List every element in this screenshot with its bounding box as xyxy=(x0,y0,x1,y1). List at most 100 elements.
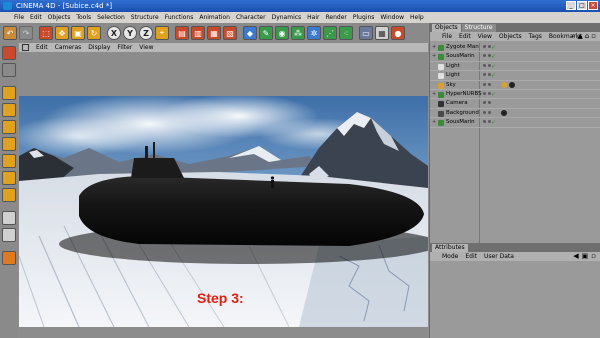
visibility-dots-icon[interactable] xyxy=(483,91,491,95)
maximize-button[interactable]: □ xyxy=(577,1,587,10)
visibility-dots-icon[interactable] xyxy=(483,45,491,48)
expand-toggle[interactable]: + xyxy=(432,43,437,52)
object-mode-icon[interactable] xyxy=(2,86,16,100)
snap-icon[interactable] xyxy=(2,211,16,225)
enabled-check-icon[interactable]: ✓ xyxy=(491,118,496,127)
viewport-menu-edit[interactable]: Edit xyxy=(36,44,48,51)
light-icon[interactable]: ● xyxy=(391,26,405,40)
undo-icon[interactable]: ↶ xyxy=(3,26,17,40)
om-menu-edit[interactable]: Edit xyxy=(459,33,471,40)
axis-x-button[interactable]: X xyxy=(107,26,121,40)
viewport-camera-icon[interactable] xyxy=(22,44,29,51)
menu-structure[interactable]: Structure xyxy=(131,14,159,21)
live-selection-icon[interactable]: ⬚ xyxy=(39,26,53,40)
menu-hair[interactable]: Hair xyxy=(307,14,319,21)
render-settings-icon[interactable]: ▧ xyxy=(223,26,237,40)
axis-y-button[interactable]: Y xyxy=(123,26,137,40)
object-name[interactable]: Camera xyxy=(446,99,468,108)
om-menu-file[interactable]: File xyxy=(442,33,452,40)
menu-render[interactable]: Render xyxy=(326,14,347,21)
home-icon[interactable]: ⌂ xyxy=(585,33,589,40)
lock-icon[interactable]: ▣ xyxy=(582,253,589,260)
perspective-viewport[interactable]: Step 3: xyxy=(19,52,428,338)
redo-icon[interactable]: ↷ xyxy=(19,26,33,40)
menu-functions[interactable]: Functions xyxy=(165,14,194,21)
visibility-dots-icon[interactable] xyxy=(483,73,491,77)
object-tag-icon[interactable] xyxy=(501,82,507,89)
edges-mode-icon[interactable] xyxy=(2,154,16,168)
viewport-menu-display[interactable]: Display xyxy=(88,44,110,51)
enabled-check-icon[interactable]: ✓ xyxy=(491,71,496,80)
viewport-menu-cameras[interactable]: Cameras xyxy=(55,44,82,51)
paint-icon[interactable] xyxy=(2,251,16,265)
subdivision-surface-icon[interactable]: ◉ xyxy=(275,26,289,40)
object-row[interactable]: Background xyxy=(430,109,600,119)
object-tag-icon[interactable] xyxy=(501,110,507,117)
back-arrow-icon[interactable]: ◀ xyxy=(573,253,578,260)
am-menu-edit[interactable]: Edit xyxy=(465,253,477,260)
object-name[interactable]: SousMarin xyxy=(446,118,475,127)
object-row[interactable]: Light ✓ xyxy=(430,71,600,81)
enabled-check-icon[interactable]: ✓ xyxy=(491,62,496,71)
am-menu-user-data[interactable]: User Data xyxy=(484,253,514,260)
coordinate-system-icon[interactable]: ⌖ xyxy=(155,26,169,40)
menu-dynamics[interactable]: Dynamics xyxy=(272,14,302,21)
object-row[interactable]: Light ✓ xyxy=(430,62,600,72)
render-region-icon[interactable]: ▥ xyxy=(191,26,205,40)
menu-objects[interactable]: Objects xyxy=(48,14,71,21)
object-name[interactable]: Zygote Man xyxy=(446,43,479,52)
object-row[interactable]: + Zygote Man ✓ xyxy=(430,43,600,53)
search-icon[interactable]: ⌕ xyxy=(571,33,575,40)
visibility-dots-icon[interactable] xyxy=(483,82,491,86)
viewport-menu-filter[interactable]: Filter xyxy=(117,44,132,51)
close-button[interactable]: × xyxy=(588,1,598,10)
particle-emitter-icon[interactable]: ⋰ xyxy=(323,26,337,40)
visibility-dots-icon[interactable] xyxy=(483,54,491,58)
render-picture-viewer-icon[interactable]: ▦ xyxy=(207,26,221,40)
enabled-check-icon[interactable]: ✓ xyxy=(491,43,496,52)
expand-toggle[interactable]: + xyxy=(432,118,437,127)
menu-tools[interactable]: Tools xyxy=(76,14,91,21)
visibility-dots-icon[interactable] xyxy=(483,101,491,105)
move-icon[interactable]: ✥ xyxy=(55,26,69,40)
camera-icon[interactable]: ▭ xyxy=(359,26,373,40)
deformer-icon[interactable]: ✲ xyxy=(307,26,321,40)
viewport-menu-view[interactable]: View xyxy=(139,44,153,51)
om-menu-objects[interactable]: Objects xyxy=(499,33,522,40)
visibility-dots-icon[interactable] xyxy=(483,63,491,67)
polygons-mode-icon[interactable] xyxy=(2,171,16,185)
model-mode-icon[interactable] xyxy=(2,63,16,77)
visibility-dots-icon[interactable] xyxy=(483,110,491,114)
scale-icon[interactable]: ▣ xyxy=(71,26,85,40)
render-view-icon[interactable]: ▤ xyxy=(175,26,189,40)
minimize-button[interactable]: _ xyxy=(566,1,576,10)
up-arrow-icon[interactable]: ▲ xyxy=(577,33,582,40)
array-icon[interactable]: ⁂ xyxy=(291,26,305,40)
enabled-check-icon[interactable]: ✓ xyxy=(491,52,496,61)
tab-objects[interactable]: Objects xyxy=(432,24,461,32)
object-name[interactable]: Light xyxy=(446,62,460,71)
menu-file[interactable]: File xyxy=(14,14,24,21)
object-row[interactable]: Camera xyxy=(430,99,600,109)
menu-selection[interactable]: Selection xyxy=(97,14,125,21)
rotate-icon[interactable]: ↻ xyxy=(87,26,101,40)
layout-icon[interactable]: ▦ xyxy=(375,26,389,40)
visibility-dots-icon[interactable] xyxy=(483,120,491,124)
object-row[interactable]: + SousMarin ✓ xyxy=(430,118,600,128)
om-menu-tags[interactable]: Tags xyxy=(529,33,542,40)
object-name[interactable]: Background xyxy=(446,109,479,118)
expand-toggle[interactable]: + xyxy=(432,90,437,99)
tab-structure[interactable]: Structure xyxy=(461,24,496,32)
object-row[interactable]: + SousMarin ✓ xyxy=(430,52,600,62)
am-menu-mode[interactable]: Mode xyxy=(442,253,458,260)
menu-help[interactable]: Help xyxy=(410,14,424,21)
new-window-icon[interactable]: ▫ xyxy=(591,253,596,260)
spline-pen-icon[interactable]: ✎ xyxy=(259,26,273,40)
expand-toggle[interactable]: + xyxy=(432,52,437,61)
tab-attributes[interactable]: Attributes xyxy=(432,244,468,252)
points-mode-icon[interactable] xyxy=(2,137,16,151)
object-name[interactable]: Sky xyxy=(446,81,456,90)
object-name[interactable]: Light xyxy=(446,71,460,80)
object-row[interactable]: + HyperNURBS ✓ xyxy=(430,90,600,100)
material-tag-icon[interactable] xyxy=(509,82,515,89)
